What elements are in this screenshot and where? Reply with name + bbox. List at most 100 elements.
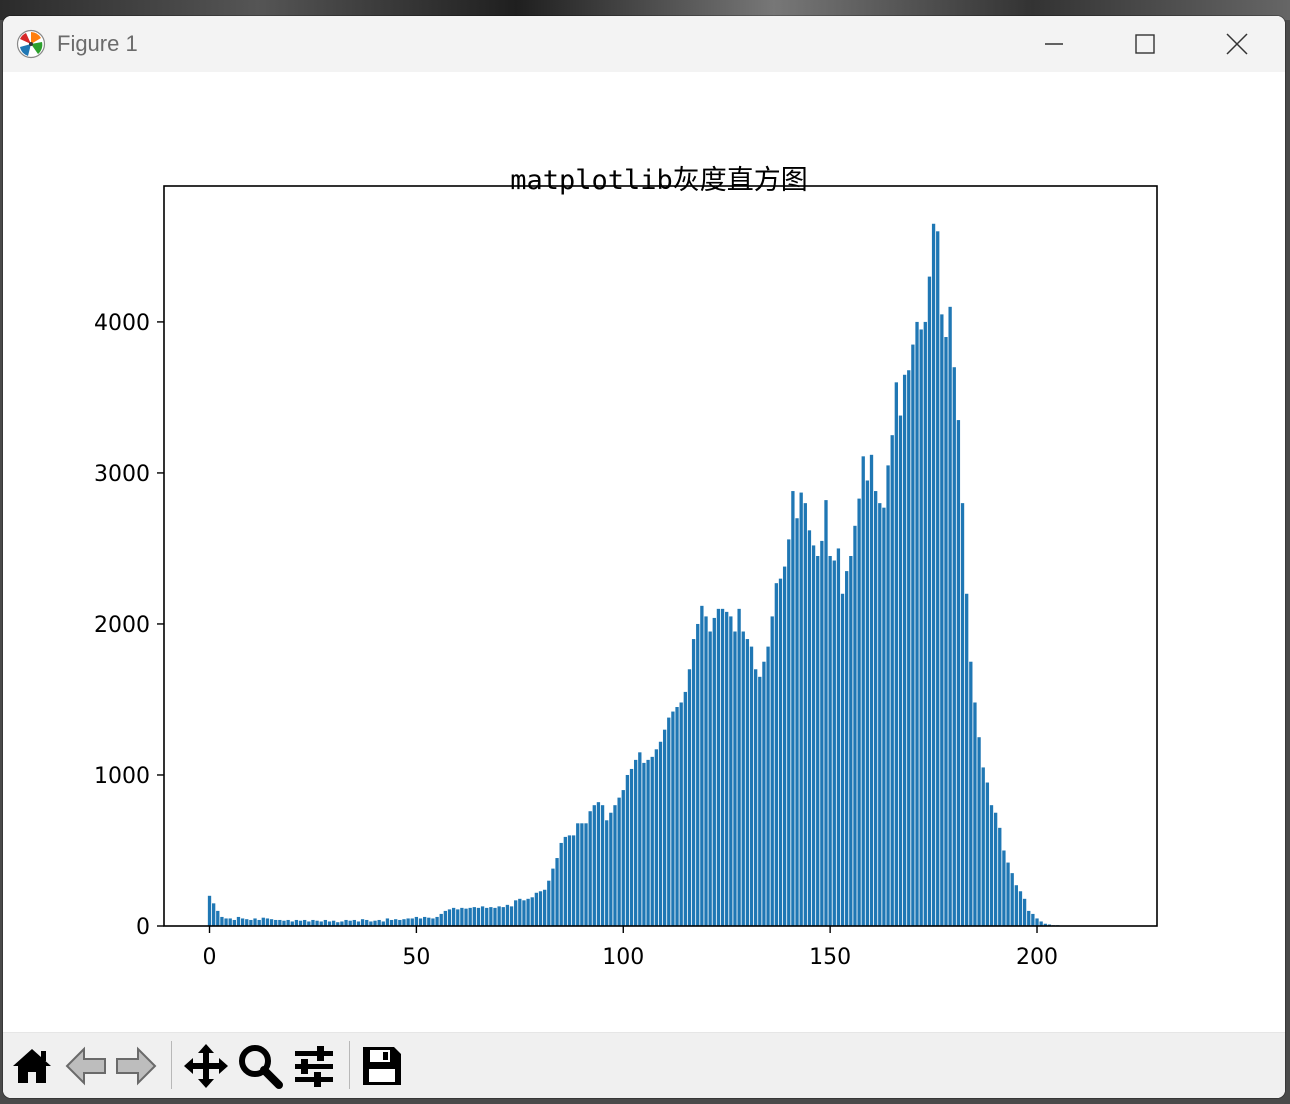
toolbar-separator — [171, 1041, 172, 1089]
histogram-bar — [360, 919, 365, 926]
histogram-bar — [956, 420, 961, 926]
histogram-bar — [468, 907, 472, 926]
save-button[interactable] — [359, 1043, 405, 1089]
histogram-bar — [807, 530, 812, 926]
histogram-bar — [596, 802, 601, 926]
histogram-bar — [1027, 910, 1031, 926]
zoom-icon — [239, 1045, 283, 1089]
forward-icon — [116, 1046, 157, 1086]
histogram-bar — [344, 919, 348, 926]
histogram-bar — [265, 918, 270, 926]
histogram-bar — [253, 918, 257, 926]
histogram-bar — [683, 691, 687, 926]
histogram-bar — [634, 759, 638, 926]
x-tick-label: 150 — [809, 945, 851, 970]
maximize-button[interactable] — [1099, 16, 1191, 72]
histogram-bar — [960, 503, 965, 926]
histogram-bar — [745, 639, 750, 926]
histogram-bar — [1006, 862, 1010, 926]
histogram-bar — [911, 344, 915, 926]
histogram-bar — [795, 518, 799, 926]
back-icon — [65, 1046, 106, 1086]
histogram-bar — [638, 752, 642, 926]
y-tick-label: 2000 — [94, 613, 150, 638]
histogram-bar — [257, 919, 261, 926]
minimize-button[interactable] — [1008, 16, 1100, 72]
histogram-bar — [704, 616, 708, 926]
histogram-bar — [509, 906, 514, 926]
histogram-bar — [679, 702, 683, 926]
histogram-bar — [737, 608, 741, 926]
histogram-bar — [700, 605, 704, 926]
histogram-bar — [621, 790, 625, 926]
histogram-bar — [543, 889, 547, 926]
zoom-button[interactable] — [237, 1043, 283, 1089]
histogram-bar — [969, 661, 973, 926]
histogram-bar — [240, 918, 245, 926]
histogram-bar — [224, 918, 228, 926]
histogram-bar — [882, 507, 886, 926]
configure-subplots-icon — [295, 1046, 333, 1087]
histogram-bar — [323, 919, 328, 926]
histogram-bar — [729, 616, 733, 926]
histogram-bar — [720, 608, 725, 926]
histogram-bar — [919, 329, 923, 927]
histogram-bar — [427, 917, 431, 926]
histogram-bar — [646, 759, 650, 926]
histogram-bar — [671, 711, 675, 926]
back-button[interactable] — [63, 1043, 109, 1089]
histogram-bar — [274, 919, 278, 926]
histogram-bar — [414, 916, 419, 926]
histogram-bar — [294, 919, 299, 926]
histogram-bar — [803, 503, 807, 926]
histogram-bar — [952, 367, 956, 927]
histogram-bar — [220, 916, 224, 926]
histogram-bar — [625, 774, 630, 926]
histogram-bar — [423, 916, 427, 926]
histogram-bar — [828, 556, 832, 926]
close-button[interactable] — [1191, 16, 1283, 72]
histogram-bar — [377, 919, 381, 926]
histogram-bar — [493, 907, 497, 926]
figure-canvas[interactable]: 0 50 100 150 200 0 1000 2000 3000 4000 matplotlib… — [3, 72, 1285, 1032]
histogram-bar — [460, 907, 464, 926]
histogram-bar — [365, 919, 369, 926]
histogram-bar — [584, 823, 588, 926]
histogram-bar — [1010, 873, 1014, 926]
histogram-bar — [216, 910, 220, 926]
forward-button[interactable] — [113, 1043, 159, 1089]
home-button[interactable] — [9, 1043, 55, 1089]
histogram-bar — [927, 276, 932, 926]
window-title: Figure 1 — [57, 31, 138, 56]
histogram-bar — [762, 661, 766, 926]
histogram-bar — [526, 898, 530, 926]
histogram-bar — [567, 835, 572, 926]
histogram-bar — [431, 918, 435, 926]
histogram-bar — [451, 907, 456, 926]
x-tick-label: 0 — [203, 945, 217, 970]
histogram-bar — [530, 897, 534, 926]
histogram-bar — [816, 556, 820, 926]
toolbar-separator — [349, 1041, 350, 1089]
histogram-bar — [269, 919, 274, 926]
histogram-bar — [435, 916, 439, 926]
pan-button[interactable] — [183, 1043, 229, 1089]
histogram-bar — [832, 560, 836, 926]
histogram-bar — [766, 646, 770, 926]
histogram-bar — [923, 321, 927, 926]
histogram-bar — [973, 702, 977, 926]
histogram-bar — [741, 631, 745, 926]
configure-subplots-button[interactable] — [291, 1043, 337, 1089]
histogram-bar — [853, 525, 857, 926]
histogram-bar — [865, 480, 870, 926]
histogram-bar — [977, 737, 981, 926]
histogram-bar — [551, 868, 555, 926]
histogram-bar — [993, 812, 998, 926]
title-bar[interactable]: Figure 1 — [3, 16, 1285, 72]
histogram-bar — [658, 741, 663, 926]
figure-window: Figure 1 0 50 100 150 200 0 1000 2000 3000 4000 m… — [3, 16, 1285, 1098]
histogram-bar — [522, 900, 526, 926]
histogram-bar — [902, 374, 907, 926]
histogram-bar — [749, 646, 754, 926]
histogram-bar — [662, 729, 667, 926]
